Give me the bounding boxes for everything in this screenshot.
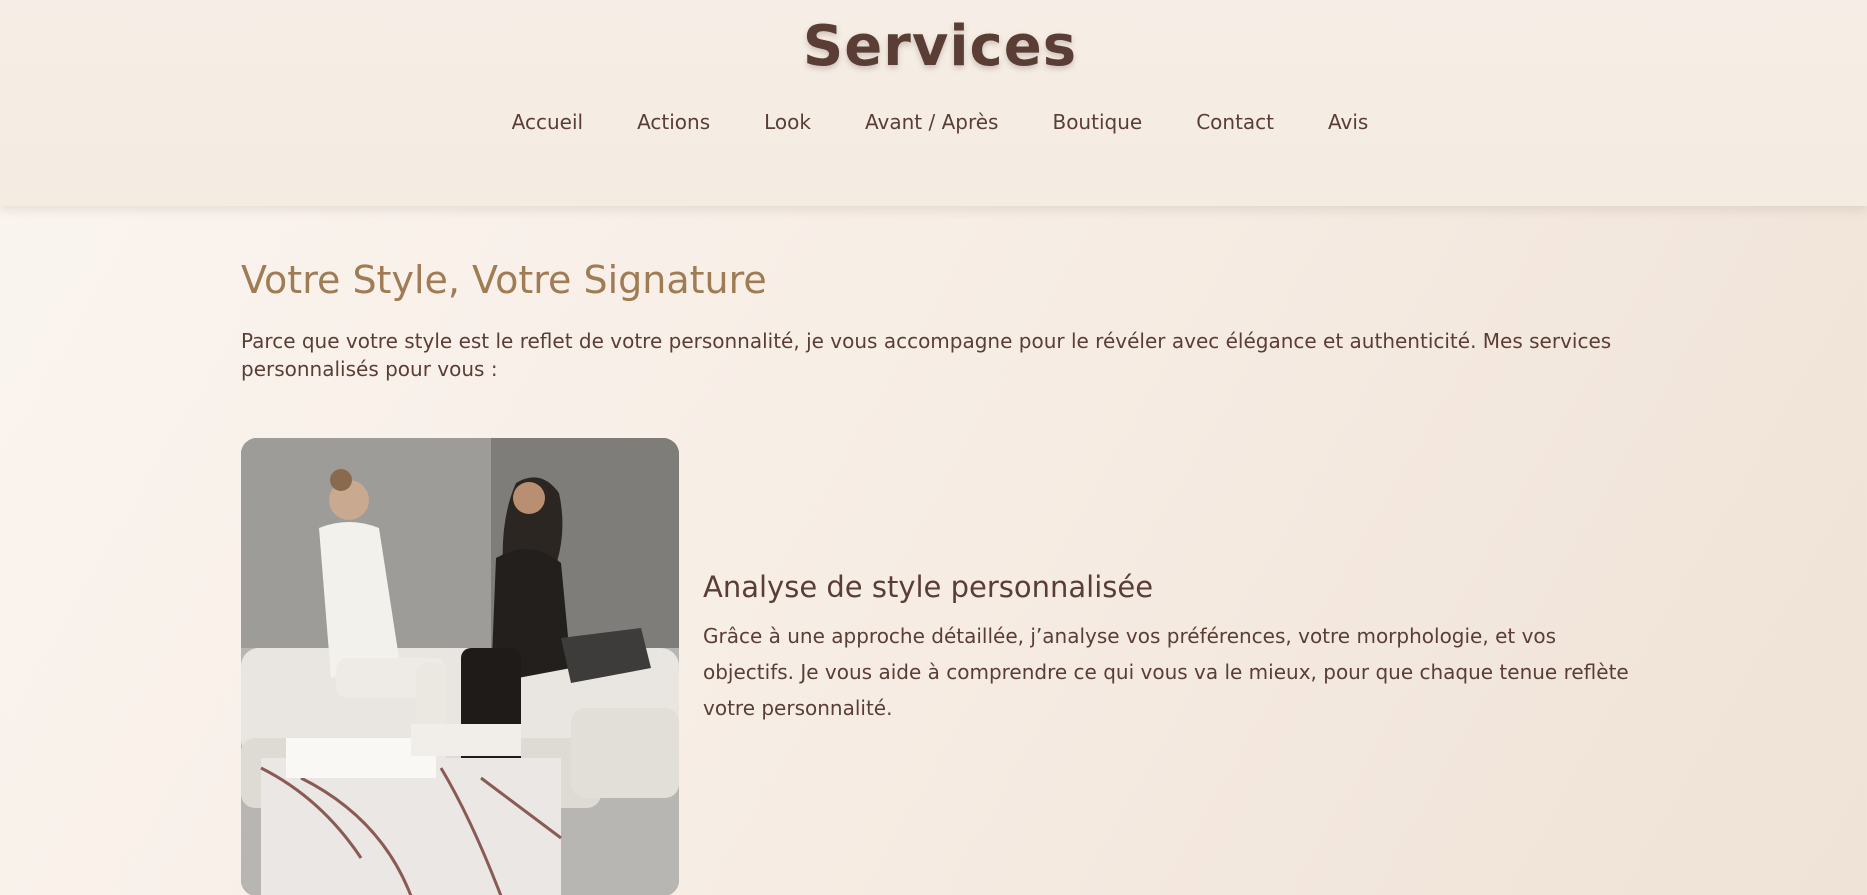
service-description: Grâce à une approche détaillée, j’analys… [703, 624, 1629, 720]
page-title: Services [802, 14, 1078, 79]
service-text-block: Analyse de style personnalisée Grâce à u… [703, 570, 1643, 726]
nav-look[interactable]: Look [737, 106, 838, 138]
consultation-photo-illustration [241, 438, 679, 895]
nav-actions[interactable]: Actions [610, 106, 737, 138]
main-nav: Accueil Actions Look Avant / Après Bouti… [0, 106, 1867, 138]
nav-avant-apres[interactable]: Avant / Après [838, 106, 1025, 138]
service-title: Analyse de style personnalisée [703, 570, 1154, 604]
service-card: Analyse de style personnalisée Grâce à u… [241, 438, 1641, 895]
site-header: Services Accueil Actions Look Avant / Ap… [0, 0, 1867, 206]
main-content: Votre Style, Votre Signature Parce que v… [241, 206, 1641, 895]
nav-contact[interactable]: Contact [1169, 106, 1301, 138]
nav-avis[interactable]: Avis [1301, 106, 1395, 138]
nav-boutique[interactable]: Boutique [1025, 106, 1169, 138]
nav-accueil[interactable]: Accueil [485, 106, 610, 138]
intro-text: Parce que votre style est le reflet de v… [241, 329, 1612, 381]
service-photo [241, 438, 679, 895]
section-heading: Votre Style, Votre Signature [241, 258, 767, 302]
